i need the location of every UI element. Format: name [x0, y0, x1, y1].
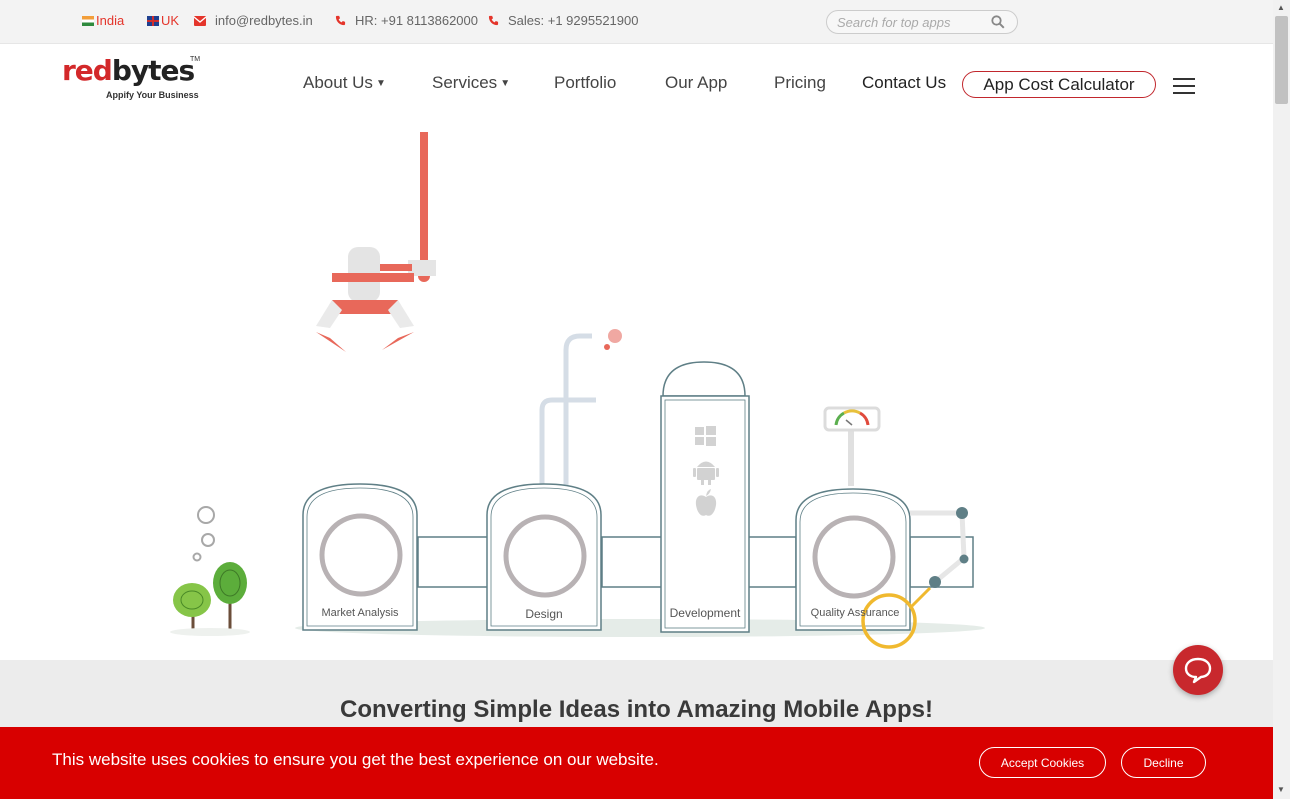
page-headline: Converting Simple Ideas into Amazing Mob…: [340, 696, 933, 723]
hero-illustration: [170, 132, 985, 649]
chat-bubble-icon: [1184, 657, 1212, 684]
hamburger-menu-icon[interactable]: [1173, 78, 1195, 94]
hr-phone-link[interactable]: HR: +91 8113862000: [335, 13, 478, 28]
nav-pricing[interactable]: Pricing: [774, 73, 826, 93]
india-link[interactable]: India: [82, 13, 124, 28]
decline-cookies-button[interactable]: Decline: [1121, 747, 1206, 778]
envelope-icon: [194, 15, 206, 26]
top-bar: India UK info@redbytes.in HR: +91 811386…: [0, 0, 1273, 44]
phone-icon: [335, 15, 346, 26]
email-text: info@redbytes.in: [215, 13, 313, 28]
smoke-graphic: [192, 506, 215, 562]
gauge-graphic: [823, 406, 881, 486]
nav-about-us[interactable]: About Us ▼: [303, 73, 386, 93]
phone-icon: [488, 15, 499, 26]
nav-our-app[interactable]: Our App: [665, 73, 727, 93]
cookie-banner: This website uses cookies to ensure you …: [0, 727, 1273, 799]
bubble-graphic: [604, 344, 610, 350]
cookie-message: This website uses cookies to ensure you …: [52, 750, 659, 769]
sales-phone-text: Sales: +1 9295521900: [508, 13, 639, 28]
uk-label: UK: [161, 13, 180, 28]
india-label: India: [96, 13, 125, 28]
scroll-down-icon[interactable]: ▼: [1277, 785, 1285, 794]
search-box: [826, 10, 1018, 34]
robotic-arm-graphic: [316, 132, 436, 352]
hr-phone-text: HR: +91 8113862000: [355, 13, 478, 28]
stage-label-development: Development: [669, 606, 741, 620]
email-link[interactable]: info@redbytes.in: [194, 13, 313, 28]
sales-phone-link[interactable]: Sales: +1 9295521900: [488, 13, 638, 28]
caret-down-icon: ▼: [375, 78, 386, 89]
search-icon[interactable]: [991, 15, 1005, 29]
stage-label-design: Design: [525, 607, 563, 621]
nav-portfolio[interactable]: Portfolio: [554, 73, 616, 93]
caret-down-icon: ▼: [500, 78, 511, 89]
nav-contact-us[interactable]: Contact Us: [862, 73, 946, 93]
search-input[interactable]: [837, 11, 987, 33]
redbytes-logo[interactable]: redbytes TM Appify Your Business: [62, 56, 202, 102]
stage-label-quality-assurance: Quality Assurance: [810, 607, 900, 619]
nav-services[interactable]: Services ▼: [432, 73, 510, 93]
page-scrollbar[interactable]: ▲ ▼: [1273, 0, 1290, 799]
india-flag-icon: [82, 15, 94, 26]
app-cost-calculator-button[interactable]: App Cost Calculator: [962, 71, 1156, 98]
logo-wordmark: redbytes: [62, 54, 195, 87]
trees-graphic: [170, 562, 250, 636]
stage-label-market-analysis: Market Analysis: [321, 607, 399, 619]
bubble-graphic: [608, 329, 622, 343]
logo-trademark: TM: [190, 56, 201, 63]
nav-services-label: Services: [432, 73, 498, 92]
uk-flag-icon: [147, 15, 159, 26]
accept-cookies-button[interactable]: Accept Cookies: [979, 747, 1106, 778]
logo-tagline: Appify Your Business: [106, 90, 199, 100]
nav-about-us-label: About Us: [303, 73, 373, 92]
uk-link[interactable]: UK: [147, 13, 179, 28]
machine-development: [660, 361, 750, 633]
pipes-graphic: [539, 333, 596, 486]
chat-button[interactable]: [1173, 645, 1223, 695]
scroll-thumb[interactable]: [1275, 16, 1288, 104]
scroll-up-icon[interactable]: ▲: [1277, 3, 1285, 12]
